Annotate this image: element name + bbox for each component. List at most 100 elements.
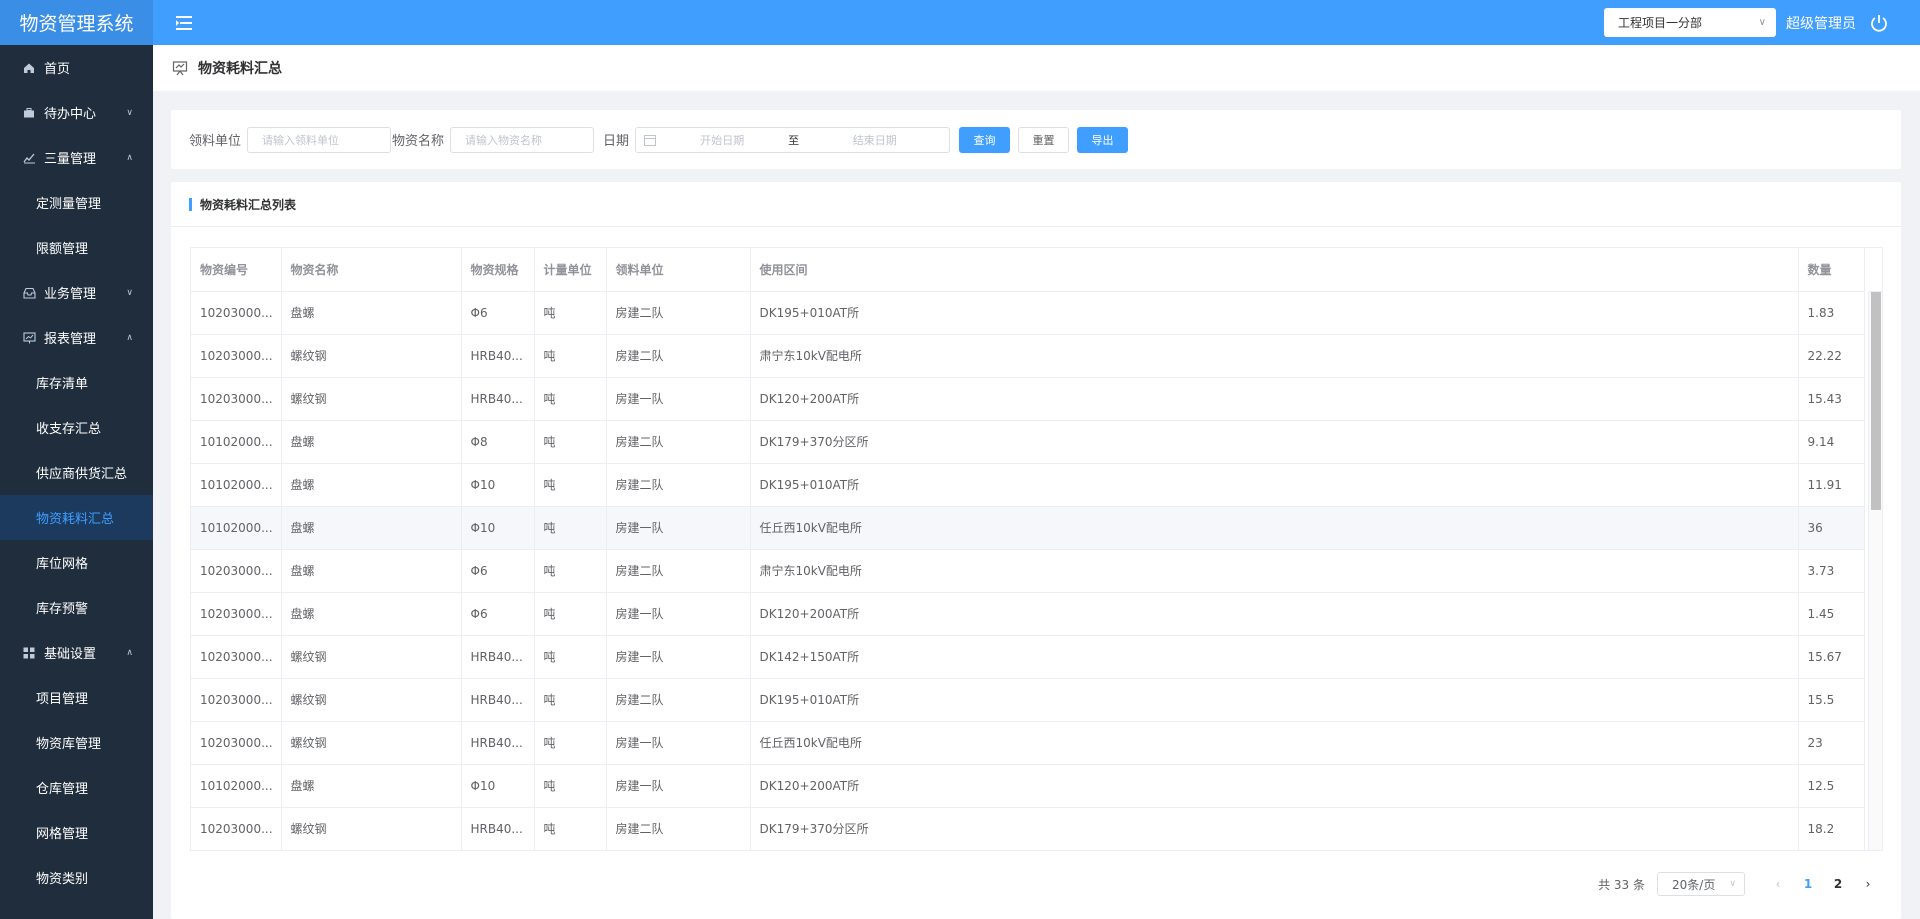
table-cell: 吨 — [534, 334, 607, 378]
table-cell: Φ8 — [461, 420, 535, 464]
sidebar-subitem[interactable]: 库存清单 — [0, 360, 153, 405]
table-row[interactable]: 10102000... 盘螺 Φ10 吨房建一队 任丘西10kV配电所 36 — [191, 506, 1865, 550]
sidebar-item-label: 业务管理 — [44, 287, 97, 302]
table-cell: HRB40... — [461, 377, 535, 421]
sidebar-subitem-label: 库位网格 — [36, 557, 89, 572]
table-row[interactable]: 10203000... 盘螺 Φ6 吨房建一队 DK120+200AT所 1.45 — [191, 592, 1865, 636]
sidebar-item[interactable]: 待办中心 ∨ — [0, 90, 153, 135]
table-cell: 10203000... — [191, 334, 282, 378]
sidebar-item[interactable]: 三量管理 ∧ — [0, 135, 153, 180]
table-row[interactable]: 10203000... 螺纹钢 HRB40... 吨房建二队 肃宁东10kV配电所 22.… — [191, 334, 1865, 378]
menu-toggle-icon[interactable] — [173, 12, 195, 34]
table-cell: 10102000... — [191, 463, 282, 507]
sidebar-subitem[interactable]: 定测量管理 — [0, 180, 153, 225]
table-scrollbar[interactable] — [1868, 292, 1882, 850]
sidebar-subitem[interactable]: 物资库管理 — [0, 720, 153, 765]
name-label: 物资名称 — [392, 134, 445, 149]
table-cell: HRB40... — [461, 807, 535, 850]
date-range-picker[interactable]: 开始日期 至 结束日期 — [635, 126, 951, 153]
sidebar-subitem[interactable]: 供应商供货汇总 — [0, 450, 153, 495]
unit-input[interactable]: 请输入领料单位 — [247, 126, 392, 153]
table-cell: 房建二队 — [606, 420, 751, 464]
chevron-down-icon: ∨ — [1758, 17, 1766, 28]
column-header[interactable]: 物资编号 — [191, 248, 282, 292]
top-header: 物资管理系统 工程项目一分部 ∨ 超级管理员 — [0, 0, 1920, 45]
column-header[interactable]: 物资规格 — [461, 248, 535, 292]
sidebar-item[interactable]: 首页 — [0, 45, 153, 90]
table-cell: 房建一队 — [606, 721, 751, 765]
table-row[interactable]: 10203000... 螺纹钢 HRB40... 吨房建一队 任丘西10kV配电所 23 — [191, 721, 1865, 765]
reset-button[interactable]: 重置 — [1018, 126, 1070, 153]
table-row[interactable]: 10203000... 盘螺 Φ6 吨房建二队 肃宁东10kV配电所 3.73 — [191, 549, 1865, 593]
pagination: 共 33 条 20条/页 ∨ ‹ 1 2 › — [1598, 872, 1883, 896]
column-header[interactable]: 领料单位 — [606, 248, 751, 292]
sidebar-item[interactable]: 基础设置 ∧ — [0, 630, 153, 675]
sidebar-subitem-label: 物资库管理 — [36, 737, 102, 752]
sidebar-subitem[interactable]: 物资耗料汇总 — [0, 495, 153, 540]
table-row[interactable]: 10203000... 螺纹钢 HRB40... 吨房建一队 DK120+200AT所 1… — [191, 377, 1865, 421]
table-row[interactable]: 10102000... 盘螺 Φ10 吨房建一队 DK120+200AT所 12.5 — [191, 764, 1865, 808]
export-button[interactable]: 导出 — [1077, 126, 1129, 153]
sidebar-subitem[interactable]: 收支存汇总 — [0, 405, 153, 450]
table-cell: Φ10 — [461, 506, 535, 550]
next-page-button[interactable]: › — [1853, 872, 1883, 896]
table-cell: 螺纹钢 — [281, 377, 462, 421]
table-row[interactable]: 10203000... 螺纹钢 HRB40... 吨房建二队 DK179+370分区所 1… — [191, 807, 1865, 850]
sidebar-subitem[interactable]: 库存预警 — [0, 585, 153, 630]
column-header[interactable]: 计量单位 — [534, 248, 607, 292]
table-cell: 螺纹钢 — [281, 807, 462, 850]
sidebar-item[interactable]: 业务管理 ∨ — [0, 270, 153, 315]
table-row[interactable]: 10203000... 螺纹钢 HRB40... 吨房建二队 DK195+010AT所 1… — [191, 678, 1865, 722]
table-row[interactable]: 10102000... 盘螺 Φ8 吨房建二队 DK179+370分区所 9.14 — [191, 420, 1865, 464]
table-cell: DK142+150AT所 — [750, 635, 1799, 679]
sidebar-item-label: 基础设置 — [44, 647, 97, 662]
project-select[interactable]: 工程项目一分部 ∨ — [1604, 8, 1776, 37]
chart-check-icon — [22, 151, 36, 165]
sidebar-subitem[interactable]: 限额管理 — [0, 225, 153, 270]
table-cell: Φ6 — [461, 592, 535, 636]
page-1-button[interactable]: 1 — [1793, 872, 1823, 896]
query-button[interactable]: 查询 — [959, 126, 1011, 153]
unit-label: 领料单位 — [189, 134, 242, 149]
date-start[interactable]: 开始日期 — [658, 132, 787, 148]
table-cell: 9.14 — [1798, 420, 1865, 464]
table-cell: 房建一队 — [606, 592, 751, 636]
chevron-down-icon: ∨ — [1729, 879, 1736, 889]
user-name[interactable]: 超级管理员 — [1786, 13, 1856, 33]
table-cell: 1.45 — [1798, 592, 1865, 636]
scrollbar-thumb[interactable] — [1871, 292, 1881, 510]
page-2-button[interactable]: 2 — [1823, 872, 1853, 896]
date-end[interactable]: 结束日期 — [801, 132, 950, 148]
column-header[interactable]: 物资名称 — [281, 248, 462, 292]
table-row[interactable]: 10102000... 盘螺 Φ10 吨房建二队 DK195+010AT所 11.91 — [191, 463, 1865, 507]
table-cell: 盘螺 — [281, 764, 462, 808]
table-row[interactable]: 10203000... 盘螺 Φ6 吨房建二队 DK195+010AT所 1.83 — [191, 291, 1865, 335]
table-cell: 盘螺 — [281, 420, 462, 464]
table-cell: 吨 — [534, 635, 607, 679]
page-size-select[interactable]: 20条/页 ∨ — [1657, 872, 1745, 896]
name-input[interactable]: 请输入物资名称 — [450, 126, 595, 153]
power-icon[interactable] — [1868, 12, 1890, 34]
table-cell: 10203000... — [191, 291, 282, 335]
table-cell: 1.83 — [1798, 291, 1865, 335]
column-header[interactable]: 数量 — [1798, 248, 1865, 292]
table-row[interactable]: 10203000... 螺纹钢 HRB40... 吨房建一队 DK142+150AT所 1… — [191, 635, 1865, 679]
sidebar-subitem[interactable]: 物资类别 — [0, 855, 153, 900]
sidebar-subitem[interactable]: 仓库管理 — [0, 765, 153, 810]
table-cell: 房建二队 — [606, 807, 751, 850]
table-cell: 3.73 — [1798, 549, 1865, 593]
table-cell: 10203000... — [191, 721, 282, 765]
sidebar-subitem[interactable]: 项目管理 — [0, 675, 153, 720]
sidebar-subitem[interactable]: 库位网格 — [0, 540, 153, 585]
prev-page-button[interactable]: ‹ — [1763, 872, 1793, 896]
chevron-up-icon: ∧ — [126, 332, 133, 343]
table-cell: HRB40... — [461, 678, 535, 722]
table-cell: DK195+010AT所 — [750, 463, 1799, 507]
sidebar-item-label: 首页 — [44, 62, 71, 77]
header-gutter — [1868, 248, 1882, 292]
sidebar-item[interactable]: 报表管理 ∧ — [0, 315, 153, 360]
main-content: 物资耗料汇总 领料单位 请输入领料单位 物资名称 请输入物资名称 日期 开始日期… — [153, 45, 1920, 919]
column-header[interactable]: 使用区间 — [750, 248, 1799, 292]
table-cell: 盘螺 — [281, 291, 462, 335]
sidebar-subitem[interactable]: 网格管理 — [0, 810, 153, 855]
